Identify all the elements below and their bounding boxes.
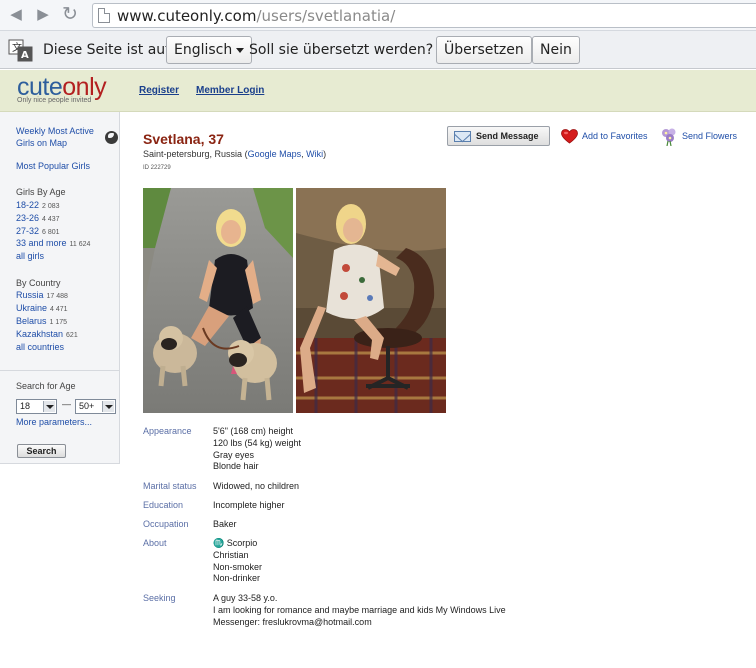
translate-question: Soll sie übersetzt werden? (249, 42, 434, 58)
add-favorites-link[interactable]: Add to Favorites (582, 131, 648, 141)
reload-icon[interactable]: ↻ (60, 5, 80, 25)
education-label: Education (143, 500, 184, 510)
flowers-icon[interactable] (659, 126, 679, 146)
url-text: www.cuteonly.com/users/svetlanatia/ (117, 7, 396, 25)
about-label: About (143, 538, 167, 548)
age-group-link[interactable]: 27-32 6 801 (16, 226, 60, 236)
translate-button[interactable]: Übersetzen (436, 36, 532, 64)
country-link[interactable]: Kazakhstan 621 (16, 329, 78, 339)
occupation-value: Baker (213, 519, 237, 529)
country-link[interactable]: Ukraine 4 471 (16, 303, 68, 313)
chevron-down-icon (236, 47, 245, 53)
seeking-value: A guy 33-58 y.o. I am looking for romanc… (213, 593, 506, 627)
site-logo[interactable]: cuteonly (17, 75, 107, 100)
age-from-select[interactable]: 18 (16, 399, 57, 414)
by-country-heading: By Country (16, 278, 61, 288)
browser-toolbar: ◀ ▶ ↻ www.cuteonly.com/users/svetlanatia… (0, 0, 756, 31)
about-value: ♏ Scorpio Christian Non-smoker Non-drink… (213, 538, 263, 584)
chevron-down-icon (102, 401, 114, 412)
heart-icon[interactable] (561, 129, 578, 144)
site-header: cuteonly Only nice people invited (0, 70, 756, 112)
register-link[interactable]: Register (139, 85, 179, 96)
language-select[interactable]: Englisch (166, 36, 253, 64)
google-maps-link[interactable]: Google Maps (248, 149, 302, 159)
back-icon[interactable]: ◀ (6, 5, 26, 25)
translate-prompt: Diese Seite ist auf (43, 42, 171, 58)
profile-name: Svetlana, 37 (143, 131, 224, 147)
by-age-heading: Girls By Age (16, 187, 66, 197)
profile-location: Saint-petersburg, Russia (Google Maps, W… (143, 149, 327, 159)
appearance-label: Appearance (143, 426, 192, 436)
sidebar-divider (0, 370, 120, 371)
member-login-link[interactable]: Member Login (196, 85, 264, 96)
profile-id: ID 222729 (143, 165, 171, 171)
marital-value: Widowed, no children (213, 481, 300, 491)
search-button[interactable]: Search (17, 444, 66, 458)
more-parameters-link[interactable]: More parameters... (16, 417, 92, 427)
education-value: Incomplete higher (213, 500, 285, 510)
send-flowers-link[interactable]: Send Flowers (682, 131, 737, 141)
all-countries-link[interactable]: all countries (16, 342, 64, 352)
country-link[interactable]: Russia 17 488 (16, 290, 68, 300)
envelope-icon (454, 131, 471, 142)
all-girls-link[interactable]: all girls (16, 251, 44, 261)
translate-icon: 文 A (8, 39, 33, 62)
forward-icon[interactable]: ▶ (33, 5, 53, 25)
weekly-active-link[interactable]: Weekly Most Active Girls on Map (16, 125, 94, 149)
profile-photo[interactable] (143, 188, 293, 413)
search-age-heading: Search for Age (16, 381, 76, 391)
profile-photo[interactable] (296, 188, 446, 413)
translate-bar: 文 A Diese Seite ist auf Englisch Soll si… (0, 31, 756, 69)
address-bar[interactable]: www.cuteonly.com/users/svetlanatia/ (92, 3, 756, 28)
marital-label: Marital status (143, 481, 197, 491)
appearance-value: 5'6" (168 cm) height 120 lbs (54 kg) wei… (213, 426, 302, 472)
age-group-link[interactable]: 33 and more 11 624 (16, 238, 90, 248)
most-popular-link[interactable]: Most Popular Girls (16, 161, 90, 171)
no-translate-button[interactable]: Nein (532, 36, 580, 64)
country-link[interactable]: Belarus 1 175 (16, 316, 67, 326)
scorpio-icon: ♏ (213, 538, 225, 548)
language-label: Englisch (174, 42, 233, 58)
occupation-label: Occupation (143, 519, 189, 529)
age-range-dash: — (62, 399, 71, 409)
seeking-label: Seeking (143, 593, 176, 603)
tagline: Only nice people invited (17, 97, 92, 104)
svg-text:A: A (21, 50, 29, 61)
age-group-link[interactable]: 23-26 4 437 (16, 213, 60, 223)
globe-icon (105, 131, 118, 144)
age-to-select[interactable]: 50+ (75, 399, 116, 414)
wiki-link[interactable]: Wiki (306, 149, 323, 159)
page-icon (98, 8, 110, 23)
age-group-link[interactable]: 18-22 2 083 (16, 200, 60, 210)
chevron-down-icon (43, 401, 55, 412)
send-message-button[interactable]: Send Message (447, 126, 550, 146)
browser-window: ◀ ▶ ↻ www.cuteonly.com/users/svetlanatia… (0, 0, 756, 668)
